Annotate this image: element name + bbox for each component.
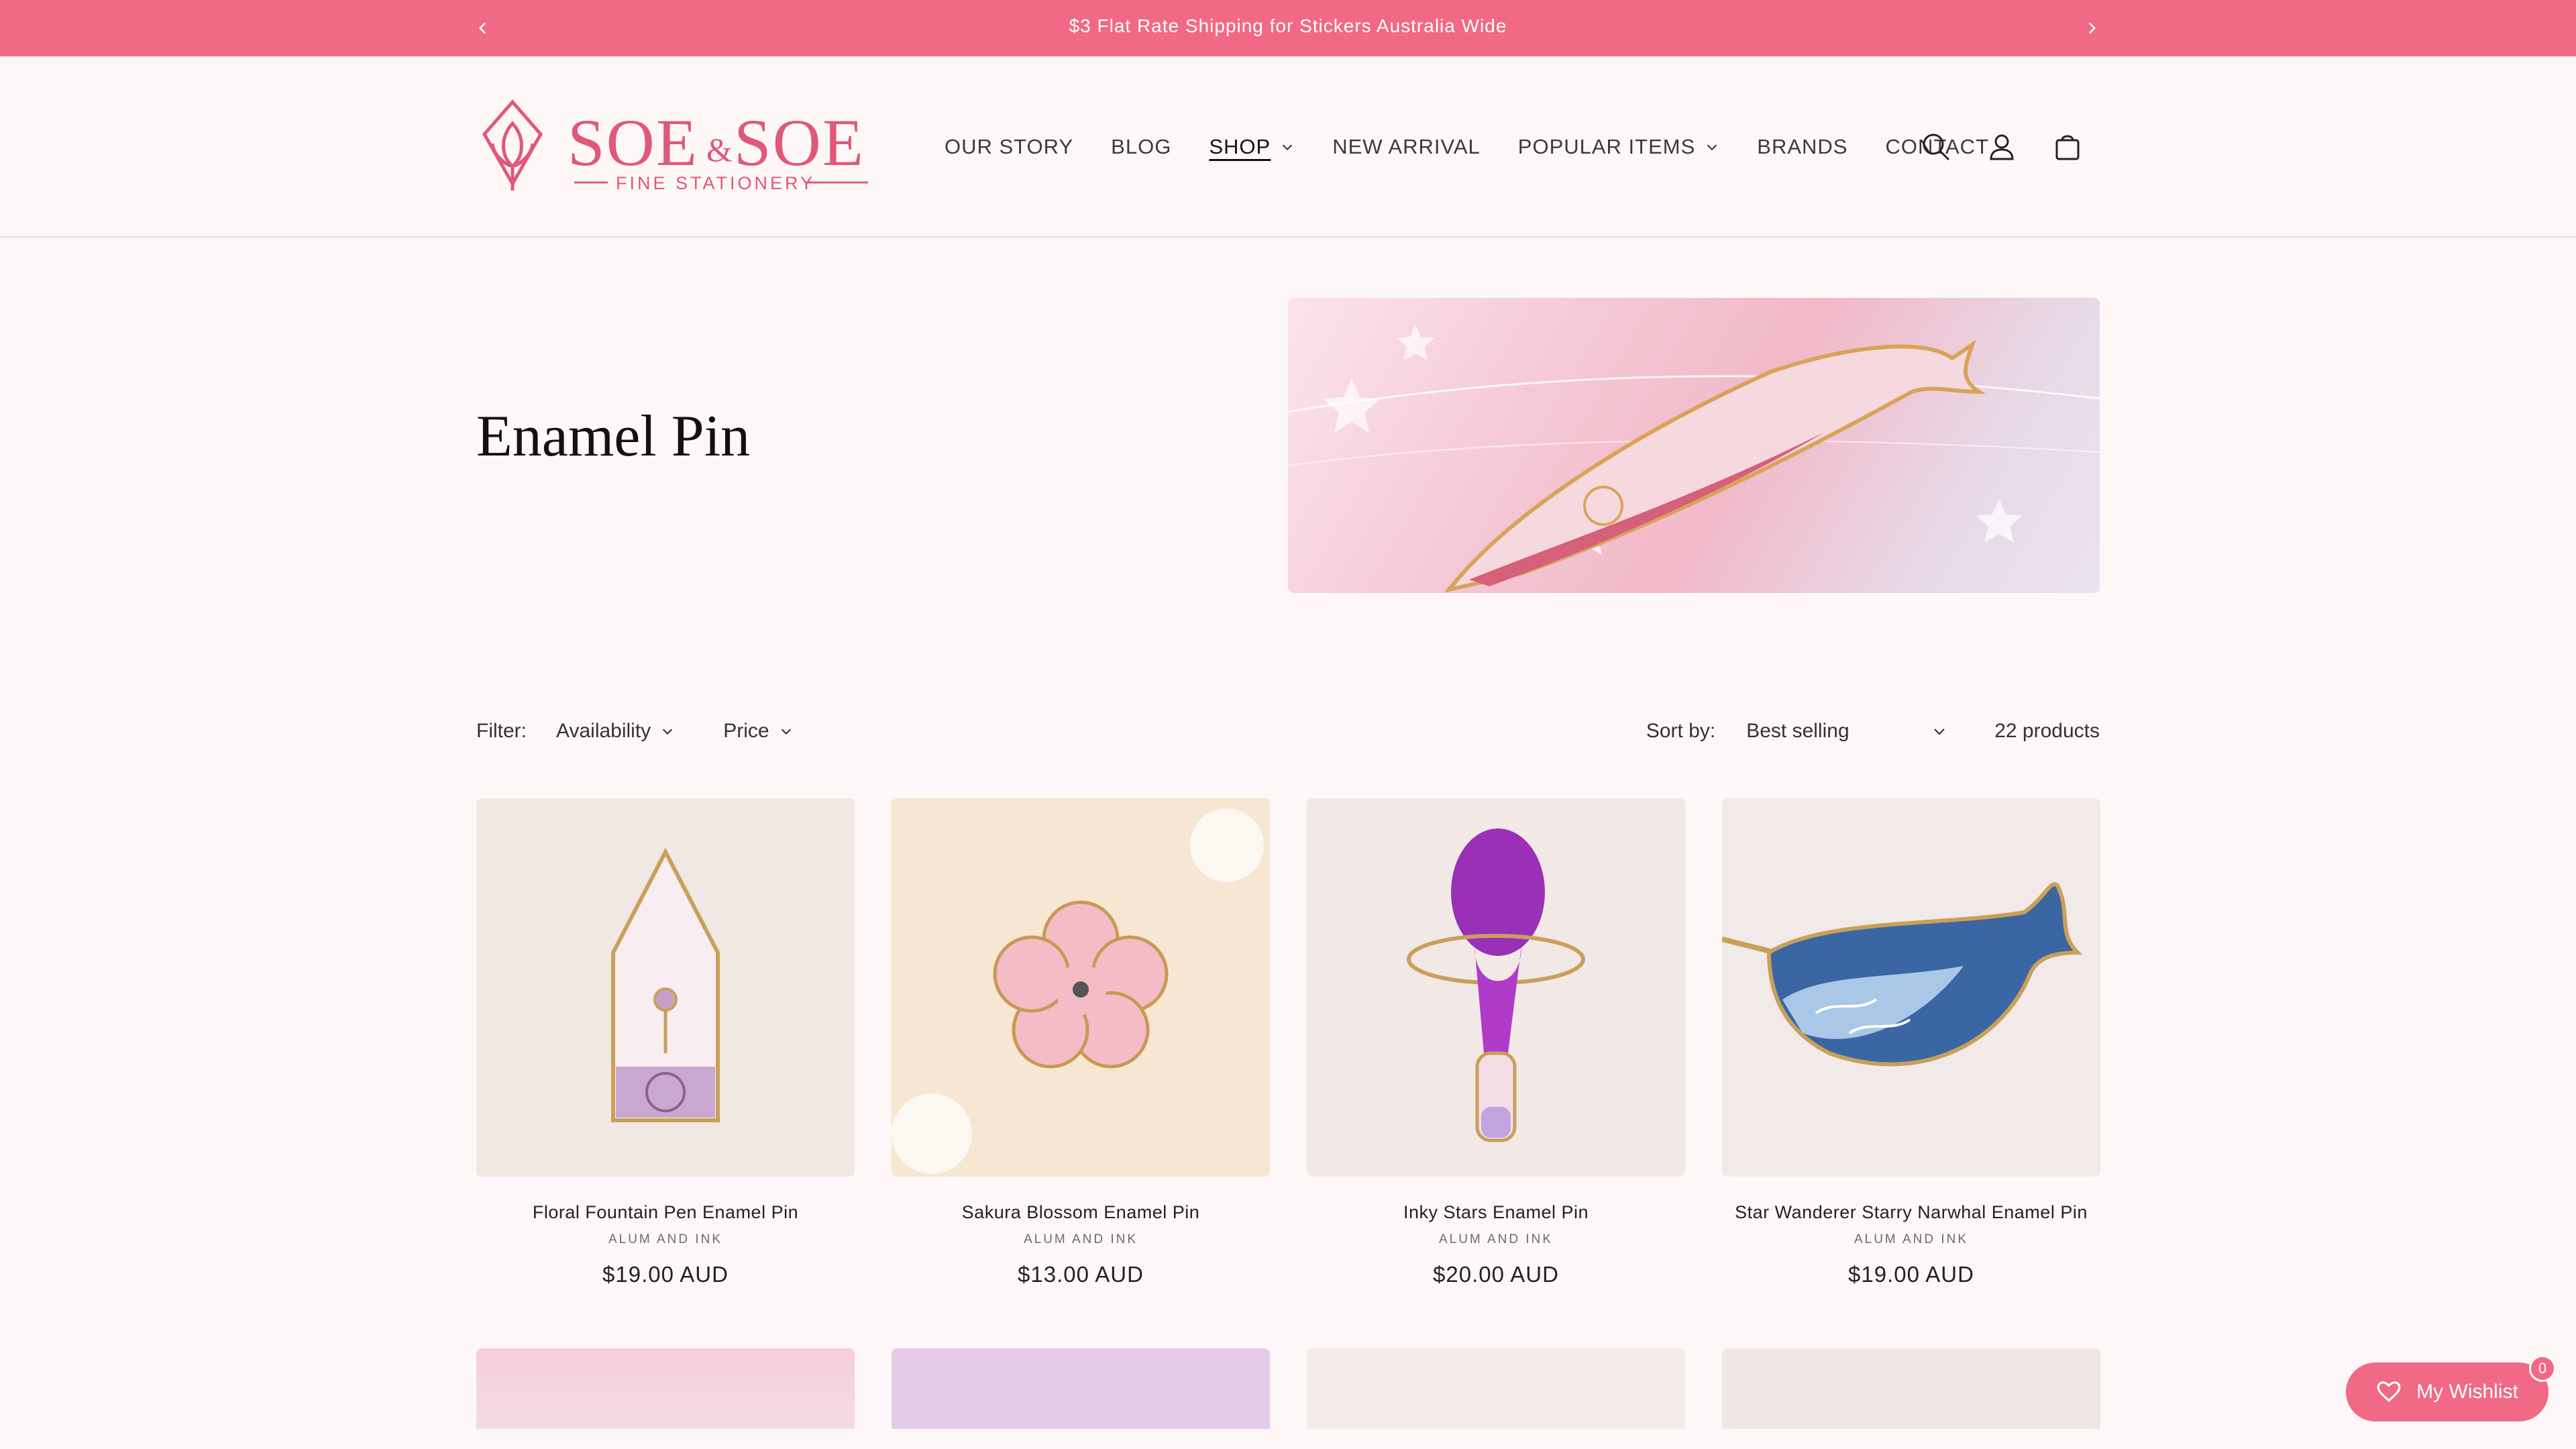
sort-label: Sort by: — [1646, 720, 1716, 742]
product-title[interactable]: Sakura Blossom Enamel Pin — [892, 1202, 1270, 1223]
product-image[interactable] — [1307, 798, 1685, 1177]
product-image[interactable] — [892, 798, 1270, 1177]
brand-logo[interactable]: SOE & SOE FINE STATIONERY — [474, 97, 879, 197]
svg-text:FINE STATIONERY: FINE STATIONERY — [616, 173, 815, 193]
availability-filter-label: Availability — [556, 720, 651, 742]
announcement-next-button[interactable] — [2072, 0, 2112, 56]
product-title[interactable]: Floral Fountain Pen Enamel Pin — [476, 1202, 855, 1223]
chevron-down-icon — [663, 729, 673, 735]
announcement-text: $3 Flat Rate Shipping for Stickers Austr… — [1069, 15, 1507, 36]
svg-text:SOE: SOE — [734, 105, 865, 180]
product-image[interactable] — [476, 1348, 855, 1429]
announcement-bar: $3 Flat Rate Shipping for Stickers Austr… — [0, 0, 2576, 56]
product-title[interactable]: Star Wanderer Starry Narwhal Enamel Pin — [1722, 1202, 2100, 1223]
product-price: $19.00 AUD — [602, 1262, 729, 1287]
search-icon[interactable] — [1920, 131, 1952, 163]
wishlist-button[interactable]: My Wishlist — [2346, 1362, 2548, 1421]
product-card[interactable] — [476, 1348, 855, 1429]
sort-value: Best selling — [1746, 720, 1849, 742]
product-card[interactable]: Inky Stars Enamel Pin ALUM AND INK $20.0… — [1307, 798, 1685, 1348]
product-image[interactable] — [1722, 798, 2100, 1177]
nav-new-arrival[interactable]: NEW ARRIVAL — [1332, 135, 1481, 159]
chevron-down-icon — [1283, 144, 1293, 151]
account-icon[interactable] — [1986, 131, 2018, 163]
product-vendor: ALUM AND INK — [608, 1232, 723, 1246]
heart-icon — [2377, 1381, 2401, 1402]
brand-logo-mark: SOE & SOE FINE STATIONERY — [482, 99, 868, 193]
header-actions — [1920, 56, 2084, 237]
wishlist-label: My Wishlist — [2416, 1381, 2518, 1403]
product-card[interactable] — [1307, 1348, 1685, 1429]
main-nav: OUR STORY BLOG SHOP NEW ARRIVAL POPULAR … — [945, 56, 2027, 237]
nav-shop[interactable]: SHOP — [1209, 135, 1295, 159]
product-card[interactable]: Sakura Blossom Enamel Pin ALUM AND INK $… — [892, 798, 1270, 1348]
price-filter-label: Price — [723, 720, 769, 742]
inky-stars-pin-image — [1307, 798, 1685, 1177]
product-vendor: ALUM AND INK — [1438, 1232, 1554, 1246]
price-filter[interactable]: Price — [723, 720, 793, 743]
nav-our-story[interactable]: OUR STORY — [945, 135, 1073, 159]
product-grid-row-2 — [476, 1348, 2100, 1429]
nav-blog[interactable]: BLOG — [1111, 135, 1171, 159]
fountain-pen-pin-image — [476, 798, 855, 1177]
chevron-down-icon — [781, 729, 791, 735]
product-price: $20.00 AUD — [1433, 1262, 1559, 1287]
product-vendor: ALUM AND INK — [1854, 1232, 1969, 1246]
product-card[interactable] — [892, 1348, 1270, 1429]
product-price: $13.00 AUD — [1018, 1262, 1144, 1287]
filter-label: Filter: — [476, 720, 527, 742]
product-grid: Floral Fountain Pen Enamel Pin ALUM AND … — [476, 798, 2100, 1348]
site-header: SOE & SOE FINE STATIONERY OUR STORY BLOG… — [0, 56, 2576, 237]
nav-brands[interactable]: BRANDS — [1757, 135, 1847, 159]
svg-text:SOE: SOE — [568, 105, 698, 180]
product-vendor: ALUM AND INK — [1023, 1232, 1138, 1246]
sort-select[interactable]: Best selling — [1746, 720, 1947, 743]
filter-bar: Filter: Availability Price Sort by: Best… — [476, 711, 2100, 751]
whale-pin-image — [1288, 325, 2100, 593]
chevron-down-icon — [1934, 729, 1945, 735]
availability-filter[interactable]: Availability — [556, 720, 675, 743]
sakura-pin-image — [892, 798, 1270, 1177]
product-count: 22 products — [1994, 720, 2100, 742]
product-price: $19.00 AUD — [1848, 1262, 1974, 1287]
product-image[interactable] — [1307, 1348, 1685, 1429]
chevron-right-icon — [2088, 22, 2096, 34]
product-card[interactable] — [1722, 1348, 2100, 1429]
product-title[interactable]: Inky Stars Enamel Pin — [1307, 1202, 1685, 1223]
nav-popular-items[interactable]: POPULAR ITEMS — [1518, 135, 1720, 159]
product-card[interactable]: Star Wanderer Starry Narwhal Enamel Pin … — [1722, 798, 2100, 1348]
product-image[interactable] — [1722, 1348, 2100, 1429]
cart-icon[interactable] — [2051, 131, 2084, 163]
wishlist-count-badge: 0 — [2529, 1355, 2556, 1382]
narwhal-pin-image — [1722, 798, 2100, 1177]
product-image[interactable] — [892, 1348, 1270, 1429]
svg-text:&: & — [706, 131, 733, 168]
product-image[interactable] — [476, 798, 855, 1177]
sort-area: Sort by: Best selling 22 products — [1646, 711, 2100, 751]
collection-banner-image — [1288, 298, 2100, 593]
product-card[interactable]: Floral Fountain Pen Enamel Pin ALUM AND … — [476, 798, 855, 1348]
collection-title: Enamel Pin — [476, 404, 751, 469]
chevron-down-icon — [1707, 144, 1717, 151]
